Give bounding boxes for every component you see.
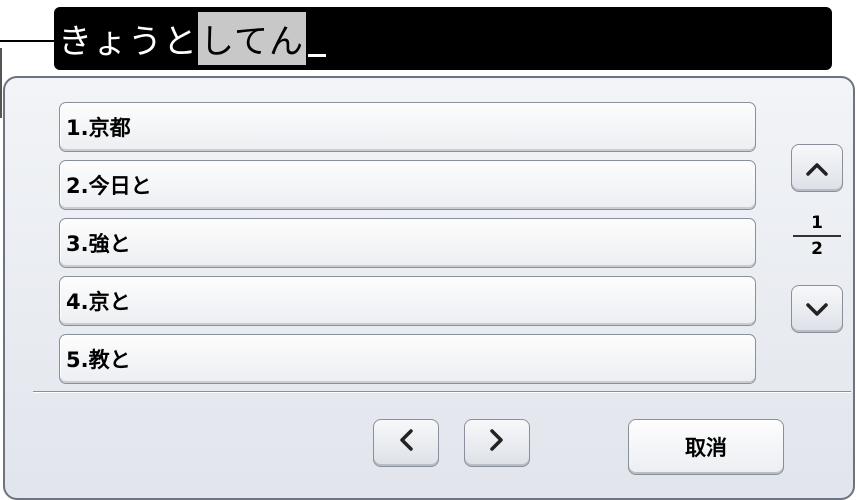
conversion-candidate-panel: 1.京都 2.今日と 3.強と 4.京と 5.教と 1 2 取消: [3, 76, 855, 500]
scroll-up-button[interactable]: [791, 144, 843, 192]
chevron-up-icon: [806, 154, 828, 182]
previous-button[interactable]: [373, 419, 439, 467]
ime-input-bar[interactable]: きょうと してん: [54, 7, 832, 70]
chevron-left-icon: [399, 429, 413, 457]
candidate-label: 4.京と: [66, 290, 131, 314]
candidate-item[interactable]: 4.京と: [59, 276, 756, 326]
candidate-label: 3.強と: [66, 232, 131, 256]
chevron-down-icon: [806, 295, 828, 323]
section-divider: [33, 391, 851, 393]
cancel-button[interactable]: 取消: [628, 419, 784, 475]
candidate-item[interactable]: 1.京都: [59, 102, 756, 152]
callout-tick: [0, 48, 2, 118]
chevron-right-icon: [490, 429, 504, 457]
converting-text: してん: [198, 12, 306, 65]
cancel-label: 取消: [685, 436, 727, 460]
confirmed-text: きょうと: [58, 22, 198, 62]
next-button[interactable]: [464, 419, 530, 467]
candidate-label: 1.京都: [66, 116, 131, 140]
current-page: 1: [811, 213, 823, 233]
candidate-label: 2.今日と: [66, 174, 152, 198]
page-divider: [793, 235, 841, 237]
candidate-item[interactable]: 3.強と: [59, 218, 756, 268]
scroll-down-button[interactable]: [791, 285, 843, 333]
candidate-item[interactable]: 5.教と: [59, 334, 756, 384]
page-indicator: 1 2: [789, 213, 845, 259]
candidate-list: 1.京都 2.今日と 3.強と 4.京と 5.教と: [59, 102, 756, 392]
candidate-label: 5.教と: [66, 348, 131, 372]
callout-line: [0, 40, 58, 42]
candidate-item[interactable]: 2.今日と: [59, 160, 756, 210]
text-cursor: [307, 27, 326, 57]
total-pages: 2: [811, 238, 823, 259]
